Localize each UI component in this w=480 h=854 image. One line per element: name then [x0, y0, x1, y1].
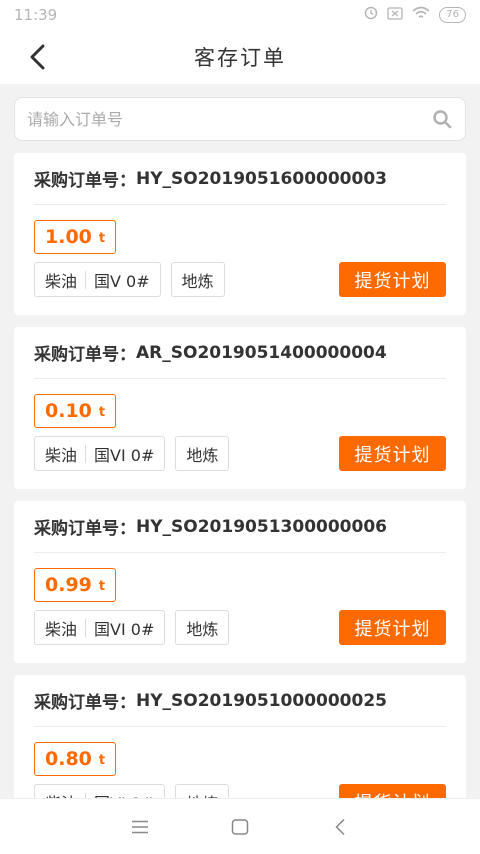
product-name: 柴油 — [45, 790, 77, 799]
order-number: HY_SO2019051000000025 — [136, 690, 387, 711]
order-number-label: 采购订单号： — [34, 693, 136, 713]
quantity-value: 0.99 — [45, 574, 92, 596]
order-list-container[interactable]: 采购订单号： HY_SO2019051600000003 1.00 t 柴油 国… — [0, 84, 480, 798]
menu-icon[interactable] — [120, 807, 160, 847]
quantity-badge: 0.80 t — [34, 742, 117, 776]
status-time: 11:39 — [14, 6, 58, 24]
quantity-unit: t — [98, 753, 106, 768]
product-tag: 柴油 国V 0# — [34, 262, 161, 297]
search-box — [14, 97, 466, 141]
pickup-plan-button[interactable]: 提货计划 — [339, 436, 446, 471]
order-number-row: 采购订单号： HY_SO2019051300000006 — [34, 501, 446, 553]
order-number-label: 采购订单号： — [34, 519, 136, 539]
product-grade: 国VI 0# — [94, 619, 155, 639]
product-tags: 柴油 国V 0# 地炼 — [34, 262, 225, 297]
quantity-value: 0.80 — [45, 748, 92, 770]
status-icons: 76 — [364, 6, 466, 24]
tag-divider — [85, 270, 87, 289]
quantity-value: 0.10 — [45, 400, 92, 422]
product-tag: 柴油 国VI 0# — [34, 610, 166, 645]
product-grade: 国VI 0# — [94, 790, 154, 799]
quantity-badge: 0.10 t — [34, 394, 117, 428]
quantity-unit: t — [98, 405, 106, 420]
product-tags: 柴油 国VI 0# 地炼 — [34, 610, 230, 645]
refinery-tag: 地炼 — [175, 436, 230, 471]
order-card[interactable]: 采购订单号： HY_SO2019051000000025 0.80 t 柴油 国… — [14, 675, 466, 798]
product-tag: 柴油 国VI 0# — [34, 784, 166, 799]
tag-divider — [85, 444, 87, 463]
sim-off-icon — [387, 6, 403, 24]
order-number-row: 采购订单号： HY_SO2019051600000003 — [34, 153, 446, 205]
product-grade: 国VI 0# — [94, 445, 155, 465]
search-icon[interactable] — [431, 108, 453, 130]
quantity-badge: 0.99 t — [34, 568, 117, 602]
order-card[interactable]: 采购订单号： AR_SO2019051400000004 0.10 t 柴油 国… — [14, 327, 466, 489]
product-name: 柴油 — [45, 445, 78, 465]
header: 客存订单 — [0, 30, 480, 84]
product-grade: 国V 0# — [94, 271, 150, 291]
wifi-icon — [412, 6, 430, 24]
quantity-badge: 1.00 t — [34, 220, 117, 254]
home-icon[interactable] — [220, 807, 260, 847]
product-name: 柴油 — [45, 619, 78, 639]
alarm-icon — [364, 6, 378, 24]
search-input[interactable] — [27, 109, 431, 129]
quantity-value: 1.00 — [45, 226, 92, 248]
page-title: 客存订单 — [194, 46, 286, 70]
pickup-plan-button[interactable]: 提货计划 — [339, 262, 446, 297]
product-tag: 柴油 国VI 0# — [34, 436, 166, 471]
refinery-name: 地炼 — [186, 619, 219, 639]
product-tags: 柴油 国VI 0# 地炼 — [34, 436, 230, 471]
product-name: 柴油 — [45, 271, 78, 291]
order-number-row: 采购订单号： HY_SO2019051000000025 — [34, 675, 446, 727]
system-nav-bar — [0, 798, 480, 854]
order-number: HY_SO2019051300000006 — [136, 516, 387, 537]
back-chevron-icon[interactable] — [22, 42, 52, 72]
order-number-label: 采购订单号： — [34, 345, 136, 365]
order-card[interactable]: 采购订单号： HY_SO2019051300000006 0.99 t 柴油 国… — [14, 501, 466, 663]
battery-icon: 76 — [439, 7, 466, 23]
quantity-unit: t — [98, 231, 106, 246]
status-bar: 11:39 76 — [0, 0, 480, 30]
pickup-plan-button[interactable]: 提货计划 — [339, 610, 446, 645]
refinery-tag: 地炼 — [175, 610, 230, 645]
tag-divider — [85, 618, 87, 637]
refinery-name: 地炼 — [186, 445, 219, 465]
refinery-tag: 地炼 — [175, 784, 230, 799]
refinery-name: 地炼 — [181, 271, 214, 291]
refinery-tag: 地炼 — [170, 262, 225, 297]
product-tags: 柴油 国VI 0# 地炼 — [34, 784, 230, 799]
quantity-unit: t — [98, 579, 106, 594]
order-number: HY_SO2019051600000003 — [136, 168, 387, 189]
refinery-name: 地炼 — [186, 790, 218, 799]
order-number-label: 采购订单号： — [34, 171, 136, 191]
pickup-plan-button[interactable]: 提货计划 — [339, 784, 446, 798]
back-icon[interactable] — [320, 807, 360, 847]
order-number-row: 采购订单号： AR_SO2019051400000004 — [34, 327, 446, 379]
order-card[interactable]: 采购订单号： HY_SO2019051600000003 1.00 t 柴油 国… — [14, 153, 466, 315]
order-number: AR_SO2019051400000004 — [136, 342, 387, 363]
